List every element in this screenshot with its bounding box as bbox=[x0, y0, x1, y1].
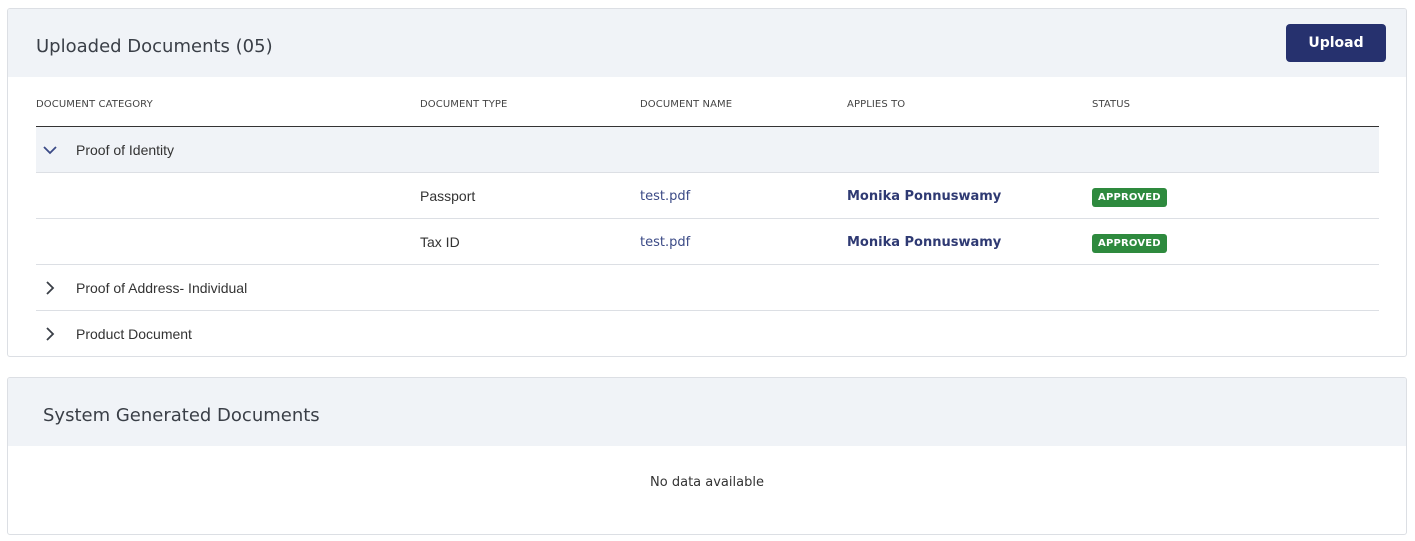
status-badge: APPROVED bbox=[1092, 188, 1167, 207]
table-row: Passport test.pdf Monika Ponnuswamy APPR… bbox=[36, 173, 1379, 219]
column-header-document-category: DOCUMENT CATEGORY bbox=[36, 99, 153, 110]
chevron-down-icon[interactable] bbox=[42, 142, 58, 158]
group-row-proof-of-identity[interactable]: Proof of Identity bbox=[36, 127, 1379, 173]
status-badge: APPROVED bbox=[1092, 234, 1167, 253]
uploaded-documents-title: Uploaded Documents (05) bbox=[36, 36, 273, 57]
group-row-proof-of-address[interactable]: Proof of Address- Individual bbox=[36, 265, 1379, 311]
column-header-document-name: DOCUMENT NAME bbox=[640, 99, 733, 110]
documents-table: DOCUMENT CATEGORY DOCUMENT TYPE DOCUMENT… bbox=[36, 86, 1379, 356]
uploaded-documents-header: Uploaded Documents (05) Upload bbox=[8, 9, 1406, 77]
system-generated-documents-card: System Generated Documents No data avail… bbox=[7, 377, 1407, 535]
group-label: Product Document bbox=[76, 326, 192, 342]
applies-to-cell: Monika Ponnuswamy bbox=[847, 235, 1002, 250]
system-generated-documents-header: System Generated Documents bbox=[8, 378, 1406, 446]
applies-to-cell: Monika Ponnuswamy bbox=[847, 189, 1002, 204]
document-name-link[interactable]: test.pdf bbox=[640, 235, 690, 250]
group-label: Proof of Identity bbox=[76, 142, 175, 158]
document-name-link[interactable]: test.pdf bbox=[640, 189, 690, 204]
chevron-right-icon[interactable] bbox=[42, 326, 58, 342]
empty-state-text: No data available bbox=[650, 475, 764, 490]
column-header-applies-to: APPLIES TO bbox=[847, 99, 906, 110]
table-header: DOCUMENT CATEGORY DOCUMENT TYPE DOCUMENT… bbox=[36, 86, 1379, 127]
upload-button[interactable]: Upload bbox=[1286, 24, 1386, 62]
group-row-product-document[interactable]: Product Document bbox=[36, 311, 1379, 356]
system-generated-documents-title: System Generated Documents bbox=[43, 405, 320, 426]
uploaded-documents-card: Uploaded Documents (05) Upload DOCUMENT … bbox=[7, 8, 1407, 357]
column-header-document-type: DOCUMENT TYPE bbox=[420, 99, 508, 110]
column-header-status: STATUS bbox=[1092, 99, 1131, 110]
group-label: Proof of Address- Individual bbox=[76, 280, 248, 296]
document-type-cell: Passport bbox=[420, 188, 476, 204]
table-row: Tax ID test.pdf Monika Ponnuswamy APPROV… bbox=[36, 219, 1379, 265]
document-type-cell: Tax ID bbox=[420, 234, 460, 250]
chevron-right-icon[interactable] bbox=[42, 280, 58, 296]
